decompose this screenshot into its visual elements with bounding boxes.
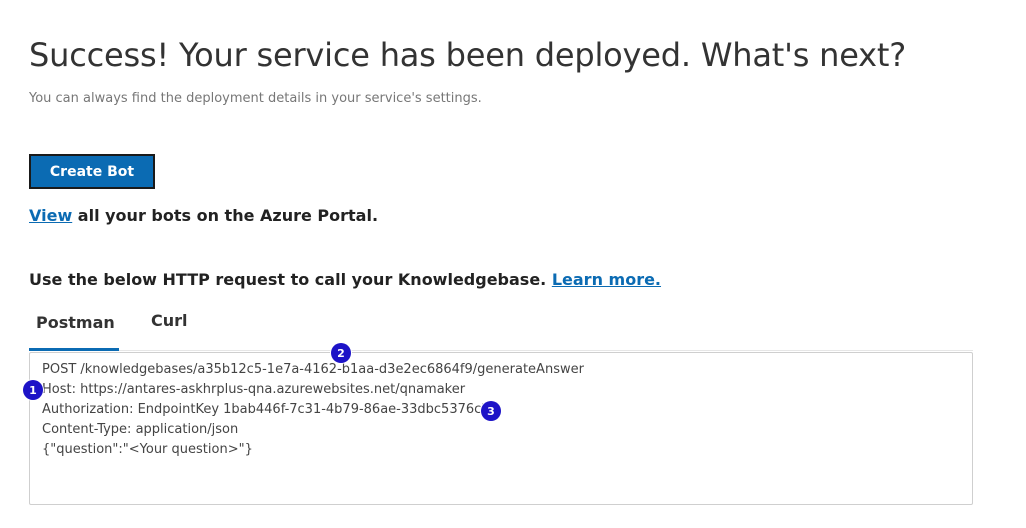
annotation-badge-1: 1 [23,380,43,400]
tab-curl[interactable]: Curl [151,311,188,330]
view-bots-line: View all your bots on the Azure Portal. [29,206,378,225]
view-bots-text: all your bots on the Azure Portal. [72,206,379,225]
create-bot-button[interactable]: Create Bot [29,154,155,189]
code-line-host: Host: https://antares-askhrplus-qna.azur… [42,382,466,397]
tab-postman[interactable]: Postman [36,313,115,332]
page-subtitle: You can always find the deployment detai… [29,91,482,106]
http-request-intro: Use the below HTTP request to call your … [29,270,661,289]
http-request-intro-text: Use the below HTTP request to call your … [29,270,552,289]
view-link[interactable]: View [29,206,72,225]
active-tab-indicator [29,348,119,351]
page-title: Success! Your service has been deployed.… [29,36,907,74]
annotation-badge-3: 3 [481,401,501,421]
deployment-success-page: Success! Your service has been deployed.… [0,0,1026,528]
tab-divider [119,350,973,351]
code-line-authorization: Authorization: EndpointKey 1bab446f-7c31… [42,402,498,417]
code-line-body: {"question":"<Your question>"} [42,442,253,457]
learn-more-link[interactable]: Learn more. [552,270,661,289]
annotation-badge-2: 2 [331,343,351,363]
code-line-post: POST /knowledgebases/a35b12c5-1e7a-4162-… [42,362,584,377]
code-line-content-type: Content-Type: application/json [42,422,239,437]
